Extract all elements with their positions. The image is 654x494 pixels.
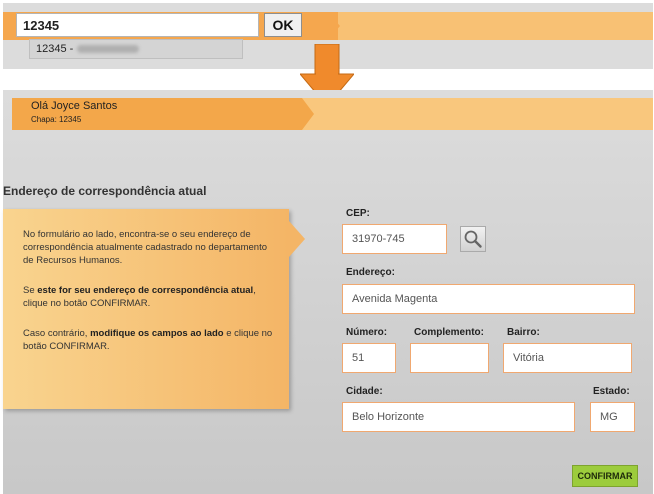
cidade-field[interactable]: Belo Horizonte — [342, 402, 575, 432]
login-band-arrow — [328, 12, 340, 40]
cidade-label: Cidade: — [346, 386, 383, 397]
info-p3-pre: Caso contrário, — [23, 328, 91, 339]
address-panel: Olá Joyce Santos Chapa: 12345 Endereço d… — [3, 90, 653, 494]
numero-field[interactable]: 51 — [342, 343, 396, 373]
cep-label: CEP: — [346, 208, 370, 219]
estado-field[interactable]: MG — [590, 402, 635, 432]
endereco-label: Endereço: — [346, 267, 395, 278]
info-paragraph-1: No formulário ao lado, encontra-se o seu… — [23, 229, 267, 266]
info-p3-bold: modifique os campos ao lado — [90, 328, 224, 339]
login-band-light — [338, 12, 653, 40]
info-paragraph-3: Caso contrário, modifique os campos ao l… — [23, 327, 273, 353]
complemento-label: Complemento: — [414, 327, 484, 338]
complemento-field[interactable] — [410, 343, 489, 373]
endereco-field[interactable]: Avenida Magenta — [342, 284, 635, 314]
cep-field[interactable]: 31970-745 — [342, 224, 447, 254]
user-badge-id: Chapa: 12345 — [31, 115, 82, 124]
user-band: Olá Joyce Santos Chapa: 12345 — [12, 98, 653, 130]
bairro-field[interactable]: Vitória — [503, 343, 632, 373]
blurred-name — [77, 45, 140, 54]
bairro-label: Bairro: — [507, 327, 540, 338]
info-p2-pre: Se — [23, 285, 38, 296]
magnifier-icon — [464, 230, 482, 248]
numero-label: Número: — [346, 327, 388, 338]
section-title: Endereço de correspondência atual — [3, 184, 207, 198]
info-box-arrow — [289, 221, 305, 257]
suggestion-text: 12345 - — [36, 43, 74, 55]
autocomplete-suggestion[interactable]: 12345 - — [29, 39, 243, 59]
estado-label: Estado: — [593, 386, 630, 397]
confirm-button[interactable]: CONFIRMAR — [572, 465, 638, 487]
info-box: No formulário ao lado, encontra-se o seu… — [3, 209, 305, 409]
user-greeting: Olá Joyce Santos — [31, 100, 118, 112]
badge-number-input[interactable]: 12345 — [16, 13, 259, 37]
info-paragraph-2: Se este for seu endereço de correspondên… — [23, 284, 273, 310]
ok-button[interactable]: OK — [264, 13, 302, 37]
cep-lookup-button[interactable] — [460, 226, 486, 252]
user-band-arrow — [302, 98, 314, 130]
info-p2-bold: este for seu endereço de correspondência… — [37, 285, 254, 296]
